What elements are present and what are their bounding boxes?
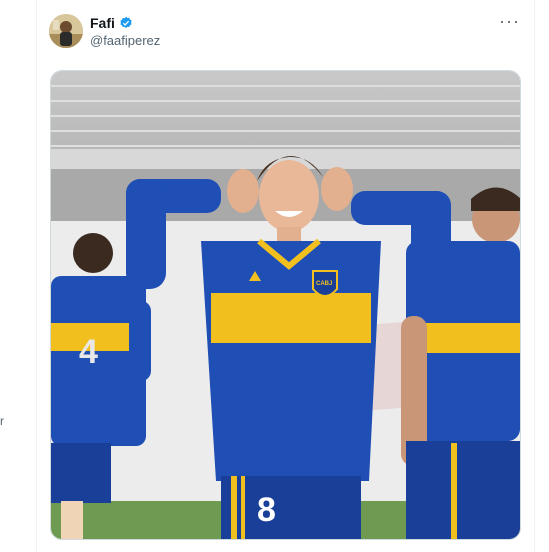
tweet-card[interactable]: Fafi @faafiperez ··· 4 CABJ 8 xyxy=(37,0,534,552)
clipped-text: r xyxy=(0,414,4,428)
author-handle[interactable]: @faafiperez xyxy=(90,33,160,48)
svg-text:8: 8 xyxy=(257,491,276,529)
tweet-photo[interactable]: 4 CABJ 8 xyxy=(50,70,521,540)
display-name[interactable]: Fafi xyxy=(90,15,115,31)
more-horizontal-icon[interactable]: ··· xyxy=(499,12,520,30)
svg-text:CABJ: CABJ xyxy=(316,281,332,287)
author-name-row[interactable]: Fafi xyxy=(90,15,133,31)
right-column xyxy=(534,0,549,552)
avatar[interactable] xyxy=(49,14,83,48)
svg-text:4: 4 xyxy=(79,333,98,371)
left-column: r xyxy=(0,0,37,552)
verified-badge-icon xyxy=(120,16,132,28)
